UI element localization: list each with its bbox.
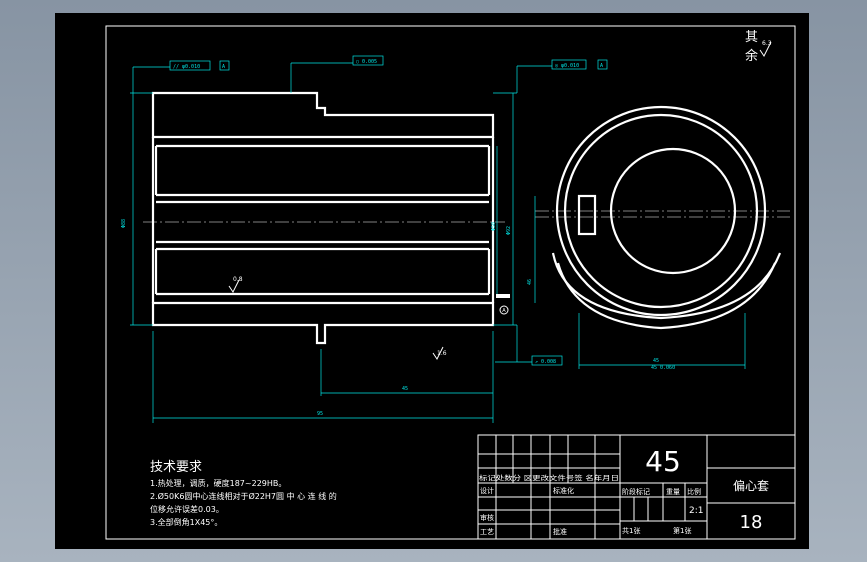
roughness-other-2: 余 <box>745 48 758 64</box>
drawing-sheet: A Φ88 95 45 Φ50 Φ92 // φ0.010 A ○ 0.005 <box>105 25 796 540</box>
tol-datum-a-2: A <box>600 63 603 69</box>
roughness-other-1: 其 <box>745 30 758 45</box>
roughness-bore: 0.8 <box>233 276 243 283</box>
tol-parallel: // φ0.010 <box>173 64 200 70</box>
notes-line-2: 2.Ø50K6圆中心连线相对于Ø22H7圆 中 心 连 线 的 <box>150 491 337 501</box>
roughness-chamfer: 1.6 <box>437 350 447 357</box>
dim-circle-bottom2: 45 0.060 <box>651 365 675 371</box>
material: 45 <box>645 445 681 478</box>
title-block: 45 偏心套 18 标记处数分 区更改文件号签 名年月日 设计 标准化 阶段标记… <box>477 434 796 540</box>
technical-notes: 技术要求 1.热处理，调质，硬度187~229HB。 2.Ø50K6圆中心连线相… <box>150 460 337 527</box>
process: 工艺 <box>480 528 494 536</box>
scale: 比例 <box>687 487 701 496</box>
approve: 批准 <box>553 527 567 536</box>
dim-outer-dia: Φ88 <box>121 219 127 228</box>
drawing-canvas: A Φ88 95 45 Φ50 Φ92 // φ0.010 A ○ 0.005 <box>55 13 809 549</box>
drawing-border <box>105 25 796 540</box>
review: 审核 <box>480 513 494 522</box>
scale-value: 2:1 <box>689 506 703 516</box>
tol-roundness: ○ 0.005 <box>356 59 377 65</box>
tol-coaxiality: ◎ φ0.010 <box>555 63 579 69</box>
dim-bore-dia: Φ50 <box>491 222 497 231</box>
drawing-number: 18 <box>740 512 763 533</box>
part-name: 偏心套 <box>733 478 769 493</box>
standardize: 标准化 <box>553 486 574 495</box>
section-dimensions: Φ88 95 45 Φ50 Φ92 // φ0.010 A ○ 0.005 ◎ … <box>121 55 608 423</box>
dim-length-step: 45 <box>402 386 408 392</box>
sheets-total: 共1张 <box>622 526 640 535</box>
section-view: A <box>143 91 510 345</box>
stage-mark: 阶段标记 <box>622 487 650 496</box>
datum-marker: A <box>502 308 506 314</box>
lower-wall <box>151 301 495 345</box>
notes-line-3: 位移允许误差0.03。 <box>150 504 224 514</box>
sheet-number: 第1张 <box>673 526 691 535</box>
upper-wall <box>151 91 495 139</box>
dim-circle-bottom: 45 <box>653 358 659 364</box>
notes-line-4: 3.全部倒角1X45°。 <box>150 517 222 527</box>
notes-title: 技术要求 <box>150 460 202 475</box>
row-header: 标记处数分 区更改文件号签 名年月日 <box>479 473 619 482</box>
weight: 重量 <box>666 488 680 496</box>
dim-length-total: 95 <box>317 411 323 417</box>
tol-runout: ↗ 0.008 <box>535 359 556 365</box>
dim-right-dia: Φ92 <box>506 226 512 235</box>
dim-keyway: 46 <box>527 279 533 285</box>
end-view <box>535 105 790 330</box>
tol-datum-a-1: A <box>222 64 225 70</box>
designer: 设计 <box>480 486 494 495</box>
end-dimensions: 46 45 45 0.060 <box>527 196 746 371</box>
notes-line-1: 1.热处理，调质，硬度187~229HB。 <box>150 478 286 488</box>
